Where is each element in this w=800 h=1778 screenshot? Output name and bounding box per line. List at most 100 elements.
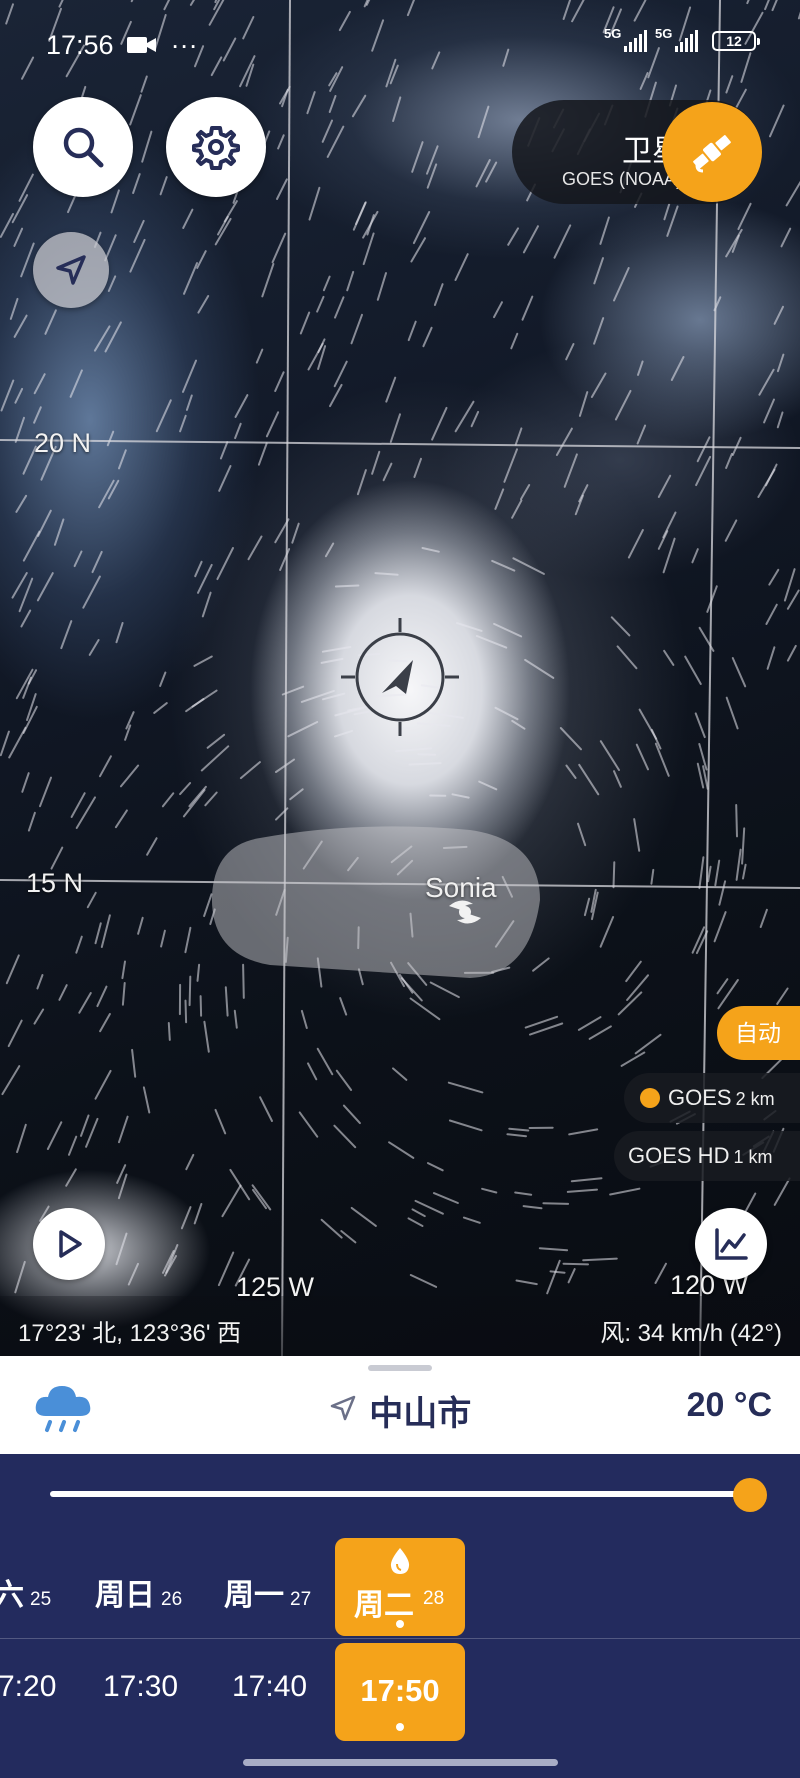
search-button[interactable] bbox=[33, 97, 133, 197]
wind-streak bbox=[742, 863, 747, 880]
selected-dot-icon bbox=[640, 1088, 660, 1108]
wind-streak bbox=[634, 1033, 662, 1055]
time-item[interactable]: 17:30 bbox=[103, 1670, 178, 1704]
chart-button[interactable] bbox=[695, 1208, 767, 1280]
play-button[interactable] bbox=[33, 1208, 105, 1280]
settings-button[interactable] bbox=[166, 97, 266, 197]
wind-streak bbox=[159, 671, 167, 687]
wind-streak bbox=[565, 343, 575, 361]
wind-streak bbox=[524, 658, 555, 679]
wind-streak bbox=[247, 535, 263, 561]
wind-streak bbox=[388, 659, 408, 663]
wind-streak bbox=[362, 210, 379, 239]
wind-streak bbox=[5, 3, 14, 25]
wind-streak bbox=[277, 134, 285, 150]
location-bar[interactable]: 中山市 20 °C bbox=[0, 1356, 800, 1454]
wind-streak bbox=[22, 530, 41, 562]
time-slider-thumb[interactable] bbox=[733, 1478, 767, 1512]
wind-streak bbox=[400, 977, 423, 1002]
wind-streak bbox=[356, 469, 367, 496]
wind-streak bbox=[735, 804, 738, 838]
wind-streak bbox=[324, 542, 335, 558]
wind-streak bbox=[21, 772, 30, 793]
wind-streak bbox=[746, 0, 750, 5]
crosshair-arrow-icon bbox=[382, 660, 413, 694]
wind-streak bbox=[431, 51, 441, 70]
wind-streak bbox=[577, 1016, 602, 1031]
wind-streak bbox=[334, 729, 354, 738]
time-item-selected[interactable]: 17:50 bbox=[335, 1643, 465, 1741]
wind-streak bbox=[599, 740, 620, 771]
wind-streak bbox=[451, 793, 470, 799]
drag-handle[interactable] bbox=[368, 1365, 432, 1371]
wind-streak bbox=[565, 764, 577, 779]
satellite-map[interactable]: 17:56 ··· 5G 5G 12 卫星 GOES (NOAA) 20 N 1… bbox=[0, 0, 800, 1356]
wind-streak bbox=[291, 522, 300, 544]
line-chart-icon bbox=[715, 1228, 748, 1260]
wind-streak bbox=[666, 205, 679, 237]
wind-streak bbox=[137, 916, 144, 935]
wind-streak bbox=[121, 960, 126, 980]
wind-streak bbox=[771, 0, 778, 12]
wind-streak bbox=[763, 398, 775, 424]
wind-streak bbox=[510, 332, 519, 350]
wind-readout: 风: 34 km/h (42°) bbox=[600, 1320, 782, 1347]
auto-source-button[interactable]: 自动 bbox=[717, 1006, 800, 1060]
wind-streak bbox=[514, 1191, 533, 1196]
wind-streak bbox=[613, 267, 630, 302]
wind-streak bbox=[392, 1067, 408, 1081]
time-item[interactable]: 7:20 bbox=[0, 1670, 56, 1704]
city-selector[interactable]: 中山市 bbox=[0, 1386, 800, 1435]
wind-streak bbox=[184, 926, 192, 954]
day-item-selected[interactable]: 周二 28 bbox=[335, 1538, 465, 1636]
wind-streak bbox=[85, 1117, 99, 1148]
day-item[interactable]: 六 25 bbox=[0, 1566, 51, 1626]
wind-streak bbox=[196, 963, 201, 982]
day-item[interactable]: 周日 26 bbox=[95, 1566, 182, 1626]
wind-streak bbox=[614, 389, 632, 421]
source-goes-option[interactable]: GOES 2 km bbox=[624, 1073, 800, 1123]
wind-streak bbox=[14, 1260, 26, 1294]
time-item[interactable]: 17:40 bbox=[232, 1670, 307, 1704]
storm-name-label[interactable]: Sonia bbox=[425, 872, 497, 904]
wind-streak bbox=[185, 394, 193, 411]
wind-streak bbox=[737, 202, 752, 231]
city-name: 中山市 bbox=[369, 1395, 472, 1433]
selected-indicator-dot bbox=[396, 1723, 404, 1731]
wind-streak bbox=[414, 1199, 444, 1215]
wind-streak bbox=[731, 657, 747, 688]
wind-streak bbox=[481, 1187, 498, 1194]
wind-streak bbox=[376, 693, 407, 698]
satellite-layer-button[interactable] bbox=[662, 102, 762, 202]
my-location-button[interactable] bbox=[33, 232, 109, 308]
timeline-panel[interactable]: 六 25 周日 26 周一 27 周二 28 7:20 17:30 17:40 17:… bbox=[0, 1454, 800, 1778]
wind-streak bbox=[714, 859, 721, 887]
wind-streak bbox=[713, 911, 727, 943]
wind-streak bbox=[616, 645, 638, 670]
wind-streak bbox=[200, 745, 230, 772]
wind-streak bbox=[520, 484, 531, 501]
wind-streak bbox=[189, 0, 196, 6]
gear-icon bbox=[192, 126, 240, 170]
source-goes-hd-option[interactable]: GOES HD 1 km bbox=[614, 1131, 800, 1181]
wind-streak bbox=[371, 19, 385, 52]
latitude-label: 20 N bbox=[34, 428, 92, 458]
wind-streak bbox=[416, 722, 451, 727]
video-icon bbox=[127, 31, 157, 62]
wind-streak bbox=[515, 1279, 538, 1286]
wind-streak bbox=[14, 416, 25, 443]
wind-streak bbox=[773, 1177, 791, 1206]
wind-streak bbox=[316, 295, 325, 313]
wind-streak bbox=[352, 201, 367, 231]
time-slider-track[interactable] bbox=[50, 1491, 750, 1497]
wind-streak bbox=[127, 1262, 139, 1286]
wind-streak bbox=[684, 655, 702, 685]
wind-streak bbox=[251, 1184, 272, 1211]
wind-streak bbox=[385, 376, 397, 403]
wind-streak bbox=[503, 448, 518, 483]
day-item[interactable]: 周一 27 bbox=[224, 1566, 311, 1626]
wind-streak bbox=[431, 406, 448, 441]
wind-streak bbox=[214, 217, 232, 246]
wind-streak bbox=[590, 372, 607, 398]
wind-streak bbox=[570, 1177, 603, 1183]
